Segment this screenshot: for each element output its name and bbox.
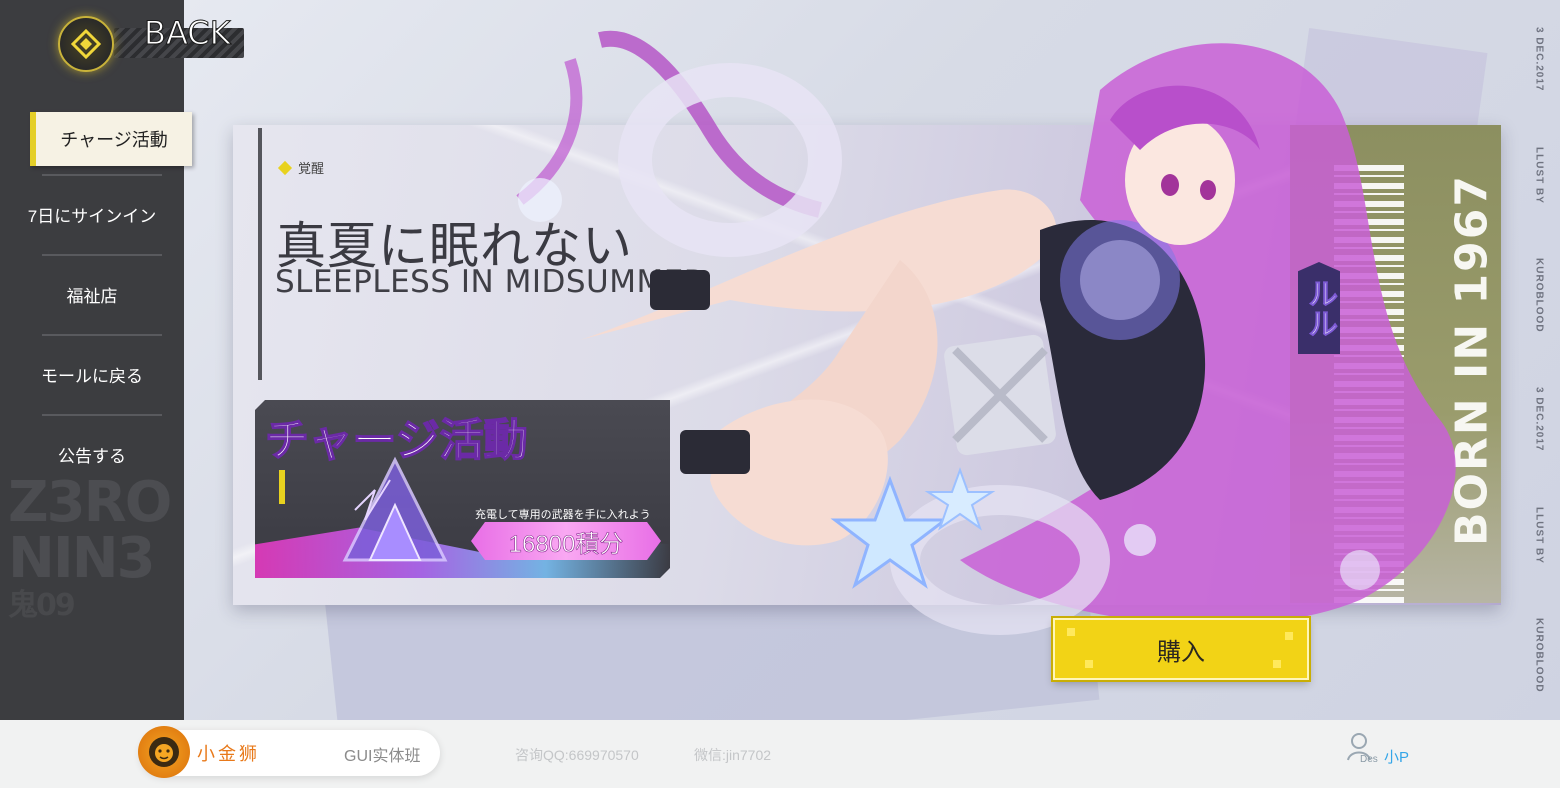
buy-button[interactable]: 購入 [1053,618,1309,680]
diamond-icon [277,160,293,175]
sidebar-item-return-mall[interactable]: モールに戻る [0,334,184,414]
credit-date: 3 DEC.2017 [1533,27,1545,92]
lion-logo-icon [138,726,190,778]
sidebar: Z3RO NIN3 鬼09 チャージ活動 7日にサインイン 福祉店 モールに戻る… [0,0,192,720]
sidebar-item-announcement[interactable]: 公告する [0,414,184,494]
footer-bar: 小金狮 GUI实体班 咨询QQ:669970570 微信:jin7702 Des… [0,720,1560,788]
main-stage: 3 DEC.2017 LLUST BY KUROBLOOD 3 DEC.2017… [0,0,1560,720]
sidebar-item-welfare-shop[interactable]: 福祉店 [0,254,184,334]
back-emblem-icon [58,16,114,72]
points-badge: 16800積分 [471,522,661,560]
charge-note: 充電して専用の武器を手に入れよう [475,509,651,521]
sidebar-item-label: 福祉店 [66,286,118,306]
event-title-en: SLEEPLESS IN MIDSUMMER [275,264,706,300]
born-year-text: BORN IN 1967 [1446,174,1498,546]
sidebar-item-signin[interactable]: 7日にサインイン [0,174,184,254]
user-name[interactable]: 小P [1384,746,1409,767]
brand-name: 小金狮 [197,744,260,764]
barcode-graphic [1334,165,1404,603]
card-accent-bar [279,470,285,504]
vertical-credits: 3 DEC.2017 LLUST BY KUROBLOOD 3 DEC.2017… [1528,0,1550,720]
back-label: BACK [144,14,232,53]
pixel-decoration [1085,660,1093,668]
watermark-line: 鬼09 [8,588,76,623]
credit-date: 3 DEC.2017 [1533,387,1545,452]
back-button[interactable]: BACK [58,12,248,74]
credit-artist: KUROBLOOD [1533,258,1545,333]
awaken-tag: 覚醒 [277,158,325,177]
character-name-tag: ルル [1298,262,1340,354]
sidebar-item-charge[interactable]: チャージ活動 [0,112,192,166]
watermark-line: NIN3 [8,526,156,591]
title-divider [258,128,262,380]
sidebar-watermark: Z3RO NIN3 鬼09 [8,475,172,625]
pixel-decoration [1067,628,1075,636]
contact-qq: 咨询QQ:669970570 [515,747,639,763]
sidebar-menu: チャージ活動 7日にサインイン 福祉店 モールに戻る 公告する [0,112,192,494]
course-label[interactable]: GUI实体班 [344,742,420,766]
credit-illust: LLUST BY [1533,506,1545,564]
charge-activity-card[interactable]: チャージ活動 充電して専用の武器を手に入れよう 16800積分 [255,400,670,578]
lion-face-icon [149,737,179,767]
pixel-decoration [1285,632,1293,640]
contact-wechat: 微信:jin7702 [694,747,772,763]
sidebar-item-label: 7日にサインイン [27,206,157,226]
credit-artist: KUROBLOOD [1533,618,1545,693]
sidebar-item-label: 公告する [58,446,126,466]
pixel-decoration [1273,660,1281,668]
crystal-triangle-icon [335,450,455,570]
active-item-pill: チャージ活動 [30,112,192,166]
awaken-label: 覚醒 [298,161,325,176]
user-tag: Des [1360,754,1378,765]
sidebar-item-label: モールに戻る [41,366,143,386]
buy-label: 購入 [1157,638,1205,666]
sidebar-item-label: チャージ活動 [60,130,168,150]
diamond-chevron-icon [71,29,101,59]
credit-illust: LLUST BY [1533,146,1545,204]
